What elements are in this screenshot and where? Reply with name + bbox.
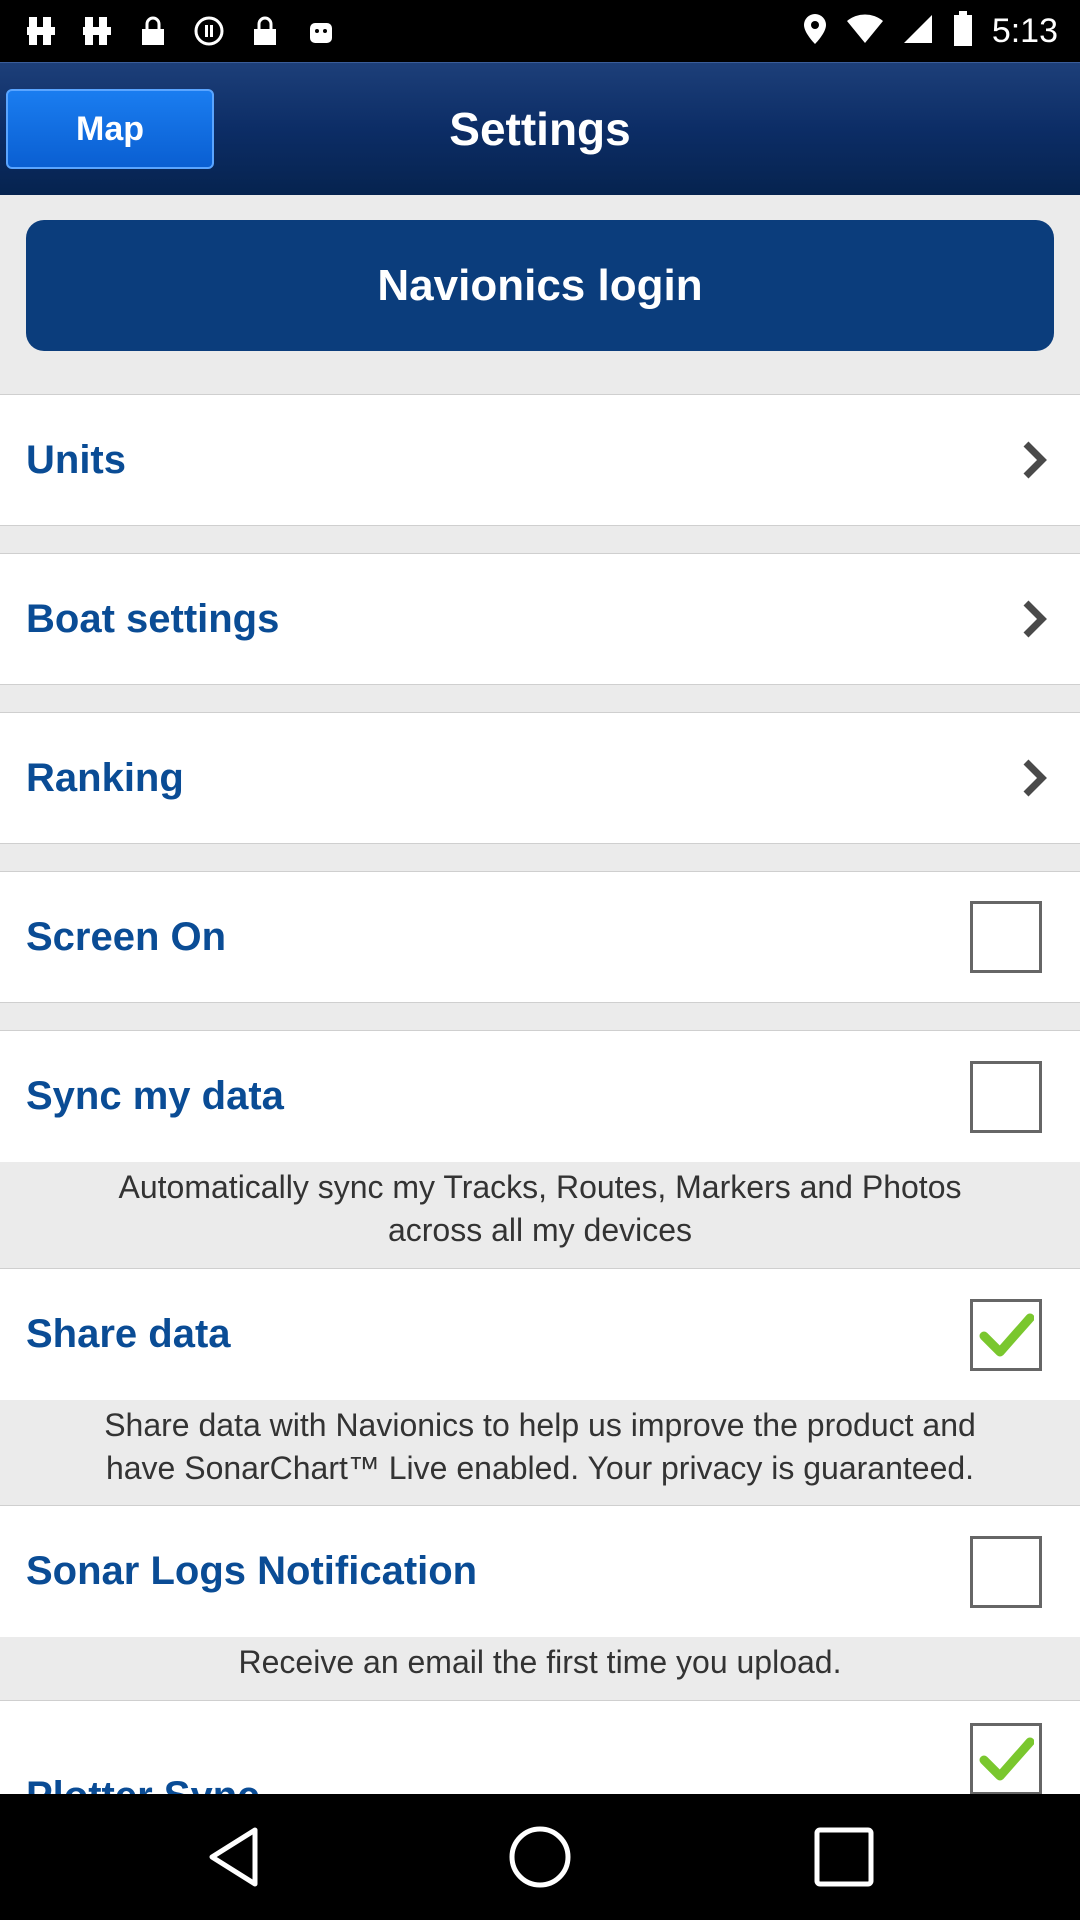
chevron-right-icon xyxy=(1023,441,1047,479)
boat-settings-row[interactable]: Boat settings xyxy=(0,553,1080,685)
stop-icon xyxy=(192,14,226,48)
sonar-logs-label: Sonar Logs Notification xyxy=(26,1549,478,1593)
navionics-login-button[interactable]: Navionics login xyxy=(26,220,1054,351)
sync-my-data-checkbox[interactable] xyxy=(970,1060,1042,1133)
sonar-logs-checkbox[interactable] xyxy=(970,1535,1042,1608)
checkmark-icon xyxy=(979,1737,1034,1781)
units-row[interactable]: Units xyxy=(0,394,1080,526)
sync-my-data-label: Sync my data xyxy=(26,1074,284,1118)
map-button[interactable]: Map xyxy=(6,89,214,169)
sync-my-data-description: Automatically sync my Tracks, Routes, Ma… xyxy=(0,1166,1080,1252)
screen-on-checkbox[interactable] xyxy=(970,901,1042,973)
battery-icon xyxy=(952,10,974,52)
ranking-label: Ranking xyxy=(26,755,184,800)
share-data-label: Share data xyxy=(26,1312,231,1356)
back-icon[interactable] xyxy=(200,1822,270,1892)
status-bar: 5:13 xyxy=(0,0,1080,62)
title-bar: Settings Map xyxy=(0,62,1080,195)
share-desc-line2: have SonarChart™ Live enabled. Your priv… xyxy=(105,1450,975,1486)
sonar-logs-row[interactable]: Sonar Logs Notification xyxy=(0,1505,1080,1637)
boat-settings-label: Boat settings xyxy=(26,596,280,641)
plotter-sync-checkbox[interactable] xyxy=(970,1723,1042,1795)
sync-desc-line2: across all my devices xyxy=(387,1212,693,1248)
status-time: 5:13 xyxy=(991,11,1058,50)
chevron-right-icon xyxy=(1023,759,1047,797)
android-icon xyxy=(304,14,338,48)
location-icon xyxy=(802,12,828,51)
sync-desc-line1: Automatically sync my Tracks, Routes, Ma… xyxy=(118,1169,962,1205)
units-label: Units xyxy=(26,437,126,482)
sonar-logs-description: Receive an email the first time you uplo… xyxy=(238,1644,842,1680)
recent-apps-icon[interactable] xyxy=(809,1822,879,1892)
share-data-checkbox[interactable] xyxy=(970,1298,1042,1371)
home-icon[interactable] xyxy=(505,1822,575,1892)
checkmark-icon xyxy=(979,1313,1034,1356)
ranking-row[interactable]: Ranking xyxy=(0,712,1080,844)
notification-icon xyxy=(24,14,58,48)
share-data-row[interactable]: Share data xyxy=(0,1268,1080,1400)
notification-icon xyxy=(80,14,114,48)
share-data-description: Share data with Navionics to help us imp… xyxy=(0,1404,1080,1490)
share-desc-line1: Share data with Navionics to help us imp… xyxy=(104,1407,976,1443)
lock-icon xyxy=(136,14,170,48)
screen-on-row[interactable]: Screen On xyxy=(0,871,1080,1003)
wifi-icon xyxy=(846,13,884,50)
signal-icon xyxy=(902,13,934,50)
navigation-bar xyxy=(0,1794,1080,1920)
screen-on-label: Screen On xyxy=(26,914,227,959)
sync-my-data-row[interactable]: Sync my data xyxy=(0,1030,1080,1162)
lock-icon xyxy=(248,14,282,48)
chevron-right-icon xyxy=(1023,600,1047,638)
